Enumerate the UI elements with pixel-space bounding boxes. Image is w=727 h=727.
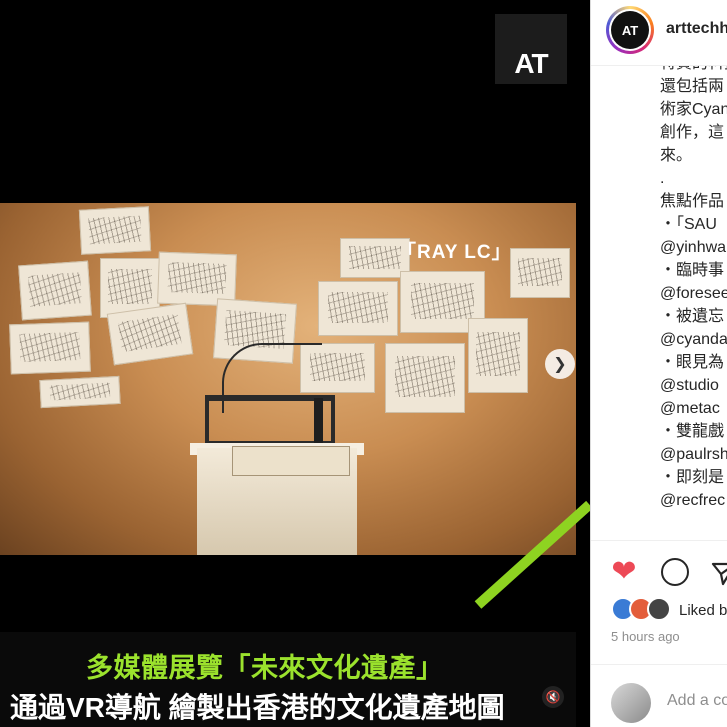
video-subtitles: 多媒體展覽「未來文化遺產」 通過VR導航 繪製出香港的文化遺產地圖: [0, 632, 576, 727]
likes-summary[interactable]: Liked by: [679, 602, 727, 619]
share-icon[interactable]: [709, 559, 727, 589]
caption-line[interactable]: @paulrsh: [660, 443, 727, 466]
wall-sketch: [385, 343, 465, 413]
wall-sketch: [39, 375, 121, 409]
caption-line[interactable]: @cyanda: [660, 328, 727, 351]
wall-sketch: [78, 206, 152, 255]
comment-input[interactable]: Add a comment: [667, 692, 727, 710]
caption-line[interactable]: @recfrec: [660, 489, 727, 512]
avatar: [647, 597, 671, 621]
post-actions: ❤ Liked by 5 hours ago Add a comment: [591, 540, 727, 727]
caption-line[interactable]: @foresee: [660, 282, 727, 305]
wall-sketch: [18, 260, 92, 321]
caption-line: ・即刻是: [660, 469, 725, 486]
wall-sketch: [510, 248, 570, 298]
profile-avatar[interactable]: AT: [606, 6, 654, 54]
caption-line[interactable]: @yinhwa: [660, 236, 727, 259]
caption-line: 創作，這: [660, 124, 725, 141]
brand-logo: AT: [495, 14, 567, 84]
caption-line: 焦點作品: [660, 193, 725, 210]
like-heart-icon[interactable]: ❤: [609, 555, 639, 588]
next-slide-button[interactable]: ❯: [545, 349, 575, 379]
caption-line: ・「SAU: [660, 216, 717, 233]
post-timestamp[interactable]: 5 hours ago: [611, 629, 680, 644]
speaker-muted-icon: 🔇: [545, 690, 561, 704]
post-caption: 特質的科技還包括兩術家Cyan創作，這來。.焦點作品・「SAU@yinhwa・臨…: [660, 52, 727, 512]
subtitle-line-1: 多媒體展覽「未來文化遺產」: [86, 653, 444, 683]
caption-line: 還包括兩: [660, 78, 725, 95]
caption-line[interactable]: @metac: [660, 397, 727, 420]
profile-username[interactable]: arttechhk: [666, 20, 727, 38]
avatar: [611, 683, 651, 723]
post-header: AT arttechhk: [591, 0, 727, 66]
mute-button[interactable]: 🔇: [542, 686, 564, 708]
comment-icon[interactable]: [661, 558, 689, 586]
caption-line: ・被遺忘: [660, 308, 725, 325]
caption-line: .: [660, 170, 665, 187]
caption-line: ・臨時事: [660, 262, 725, 279]
wall-sketch: [9, 321, 91, 375]
caption-line: 術家Cyan: [660, 101, 727, 118]
plotter-paper: [232, 446, 350, 476]
caption-line: ・眼見為: [660, 354, 725, 371]
chevron-right-icon: ❯: [553, 356, 567, 373]
caption-line[interactable]: @studio: [660, 374, 727, 397]
caption-line: 來。: [660, 147, 693, 164]
divider: [591, 664, 727, 665]
post-details-panel: 特質的科技還包括兩術家Cyan創作，這來。.焦點作品・「SAU@yinhwa・臨…: [590, 0, 727, 727]
artist-label: 「RAY LC」: [397, 242, 512, 263]
post-media[interactable]: AT 「RAY LC」 ❯ 多媒體展覽「未來文化遺產」 通過VR導航 繪製出香港…: [0, 0, 590, 727]
wall-sketch: [106, 302, 194, 366]
wall-sketch: [318, 281, 398, 336]
exhibition-photo: 「RAY LC」: [0, 203, 576, 555]
wall-sketch: [468, 318, 528, 393]
subtitle-line-2: 通過VR導航 繪製出香港的文化遺產地圖: [10, 692, 505, 723]
caption-line: ・雙龍戲: [660, 423, 725, 440]
